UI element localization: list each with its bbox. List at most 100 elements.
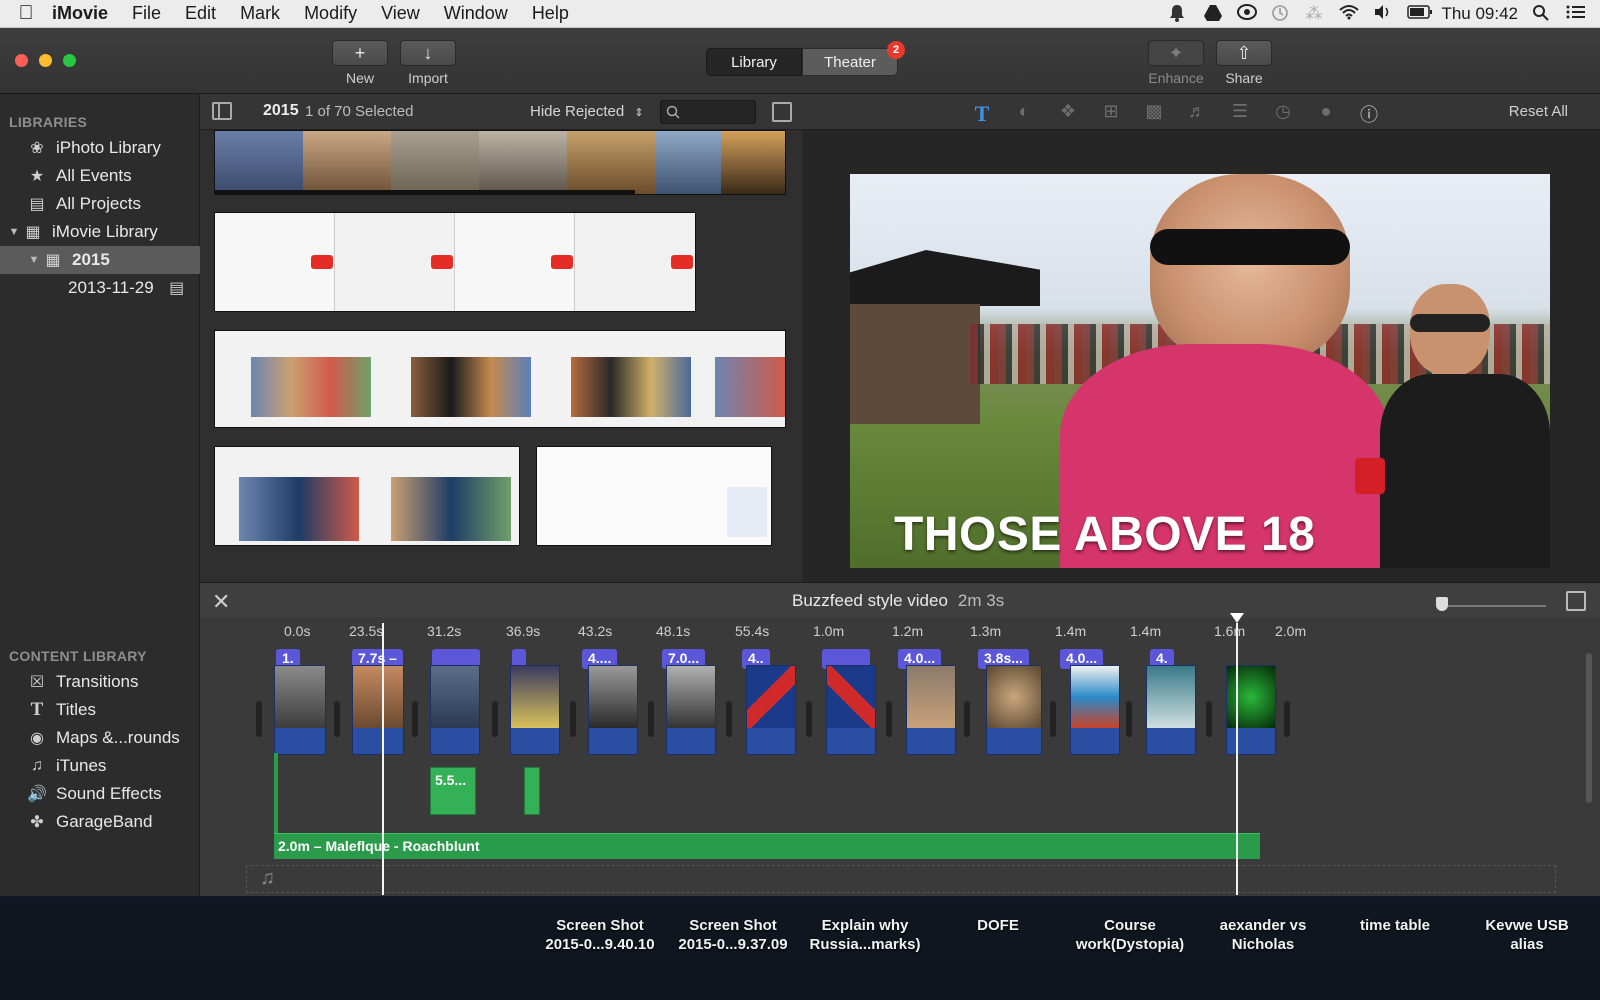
transition-marker[interactable] (886, 701, 892, 737)
video-clip[interactable] (1070, 665, 1120, 755)
film-strip[interactable] (536, 446, 772, 546)
film-strip[interactable] (214, 446, 520, 546)
menubar-clock[interactable]: Thu 09:42 (1441, 4, 1518, 24)
transition-marker[interactable] (1050, 701, 1056, 737)
apple-icon[interactable]:  (0, 2, 52, 25)
sidebar-item-all-projects[interactable]: ▤ All Projects (0, 190, 200, 218)
video-clip[interactable] (906, 665, 956, 755)
music-well[interactable] (246, 865, 1556, 893)
drive-icon[interactable] (1203, 4, 1223, 24)
transition-marker[interactable] (412, 701, 418, 737)
film-strip[interactable] (214, 330, 786, 428)
menu-modify[interactable]: Modify (304, 3, 357, 24)
filter-icon[interactable]: ● (1314, 101, 1338, 123)
reset-all-button[interactable]: Reset All (1509, 103, 1568, 120)
video-clip[interactable] (352, 665, 404, 755)
tab-theater[interactable]: Theater 2 (802, 41, 905, 76)
sidebar-item-2013-11-29[interactable]: 2013-11-29 ▤ (0, 274, 200, 302)
creative-cloud-icon[interactable] (1237, 4, 1258, 24)
volume-icon[interactable]: ♬ (1185, 101, 1209, 123)
playhead-handle[interactable] (1230, 613, 1244, 623)
spotlight-icon[interactable] (1532, 4, 1552, 24)
color-palette-icon[interactable]: ❖ (1056, 101, 1080, 123)
sidebar-toggle-icon[interactable] (212, 102, 232, 120)
filter-dropdown[interactable]: Hide Rejected ⇕ (530, 103, 644, 120)
video-clip[interactable] (430, 665, 480, 755)
desktop-item[interactable]: aexander vs Nicholas (1198, 916, 1328, 954)
equalizer-icon[interactable]: ☰ (1228, 101, 1252, 123)
video-clip[interactable] (746, 665, 796, 755)
video-clip[interactable] (1146, 665, 1196, 755)
menu-mark[interactable]: Mark (240, 3, 280, 24)
sidebar-item-titles[interactable]: T Titles (0, 696, 200, 724)
sidebar-item-iphoto-library[interactable]: ❀ iPhoto Library (0, 134, 200, 162)
zoom-slider-knob[interactable] (1436, 597, 1448, 611)
connected-clip[interactable] (524, 767, 540, 815)
skimmer-line[interactable] (382, 623, 384, 895)
sidebar-item-transitions[interactable]: ☒ Transitions (0, 668, 200, 696)
video-clip[interactable] (274, 665, 326, 755)
film-strip[interactable] (214, 130, 786, 195)
window-close-button[interactable] (15, 54, 28, 67)
desktop-item[interactable]: Screen Shot 2015-0...9.40.10 (535, 916, 665, 954)
sidebar-item-2015[interactable]: ▼ ▦ 2015 (0, 246, 200, 274)
desktop-item[interactable]: time table (1330, 916, 1460, 935)
video-clip[interactable] (986, 665, 1042, 755)
background-audio-clip[interactable]: 2.0m – Maleflque - Roachblunt (274, 833, 1260, 859)
menu-file[interactable]: File (132, 3, 161, 24)
menu-app-name[interactable]: iMovie (52, 3, 108, 24)
transition-marker[interactable] (726, 701, 732, 737)
transition-marker[interactable] (1206, 701, 1212, 737)
filmstrip-view-icon[interactable] (772, 102, 792, 122)
menu-view[interactable]: View (381, 3, 420, 24)
bell-icon[interactable] (1169, 4, 1189, 24)
time-machine-icon[interactable] (1271, 4, 1291, 24)
transition-marker[interactable] (964, 701, 970, 737)
desktop-item[interactable]: Screen Shot 2015-0...9.37.09 (668, 916, 798, 954)
transition-marker[interactable] (256, 701, 262, 737)
sidebar-item-sound-effects[interactable]: 🔊 Sound Effects (0, 780, 200, 808)
sidebar-item-garageband[interactable]: ✤ GarageBand (0, 808, 200, 836)
window-fullscreen-button[interactable] (63, 54, 76, 67)
menu-edit[interactable]: Edit (185, 3, 216, 24)
desktop-item[interactable]: Course work(Dystopia) (1065, 916, 1195, 954)
import-button[interactable]: ↓ Import (400, 40, 456, 86)
info-icon[interactable]: ⓘ (1357, 101, 1381, 125)
playhead[interactable] (1236, 623, 1238, 895)
sidebar-item-imovie-library[interactable]: ▼ ▦ iMovie Library (0, 218, 200, 246)
transition-marker[interactable] (334, 701, 340, 737)
disclosure-triangle-icon[interactable]: ▼ (26, 254, 42, 266)
title-tool-icon[interactable]: T (970, 101, 994, 126)
crop-icon[interactable]: ⊞ (1099, 101, 1123, 123)
search-input[interactable] (660, 100, 756, 124)
menu-window[interactable]: Window (444, 3, 508, 24)
transition-marker[interactable] (492, 701, 498, 737)
film-strip[interactable] (214, 212, 696, 312)
video-clip[interactable] (588, 665, 638, 755)
clip-appearance-icon[interactable] (1566, 591, 1586, 611)
notification-center-icon[interactable] (1566, 4, 1586, 24)
sidebar-item-maps-backgrounds[interactable]: ◉ Maps &...rounds (0, 724, 200, 752)
desktop-item[interactable]: DOFE (933, 916, 1063, 935)
desktop-item[interactable]: Kevwe USB alias (1462, 916, 1592, 954)
stabilization-camera-icon[interactable]: ▩ (1142, 101, 1166, 123)
tab-library[interactable]: Library (706, 48, 802, 76)
disclosure-triangle-icon[interactable]: ▼ (6, 226, 22, 238)
volume-icon[interactable] (1373, 4, 1393, 24)
menu-help[interactable]: Help (532, 3, 569, 24)
desktop-item[interactable]: Explain why Russia...marks) (800, 916, 930, 954)
transition-marker[interactable] (1126, 701, 1132, 737)
bluetooth-icon[interactable]: ⁂ (1305, 4, 1325, 24)
close-timeline-icon[interactable]: ✕ (212, 589, 230, 615)
new-button[interactable]: + New (332, 40, 388, 86)
color-balance-icon[interactable]: ◐ (1012, 101, 1036, 123)
connected-clip[interactable]: 5.5... (430, 767, 476, 815)
transition-marker[interactable] (806, 701, 812, 737)
transition-marker[interactable] (648, 701, 654, 737)
share-button[interactable]: ⇧ Share (1216, 40, 1272, 86)
video-clip[interactable] (666, 665, 716, 755)
vertical-scrollbar[interactable] (1586, 653, 1592, 803)
window-minimize-button[interactable] (39, 54, 52, 67)
wifi-icon[interactable] (1339, 4, 1360, 24)
video-clip[interactable] (510, 665, 560, 755)
